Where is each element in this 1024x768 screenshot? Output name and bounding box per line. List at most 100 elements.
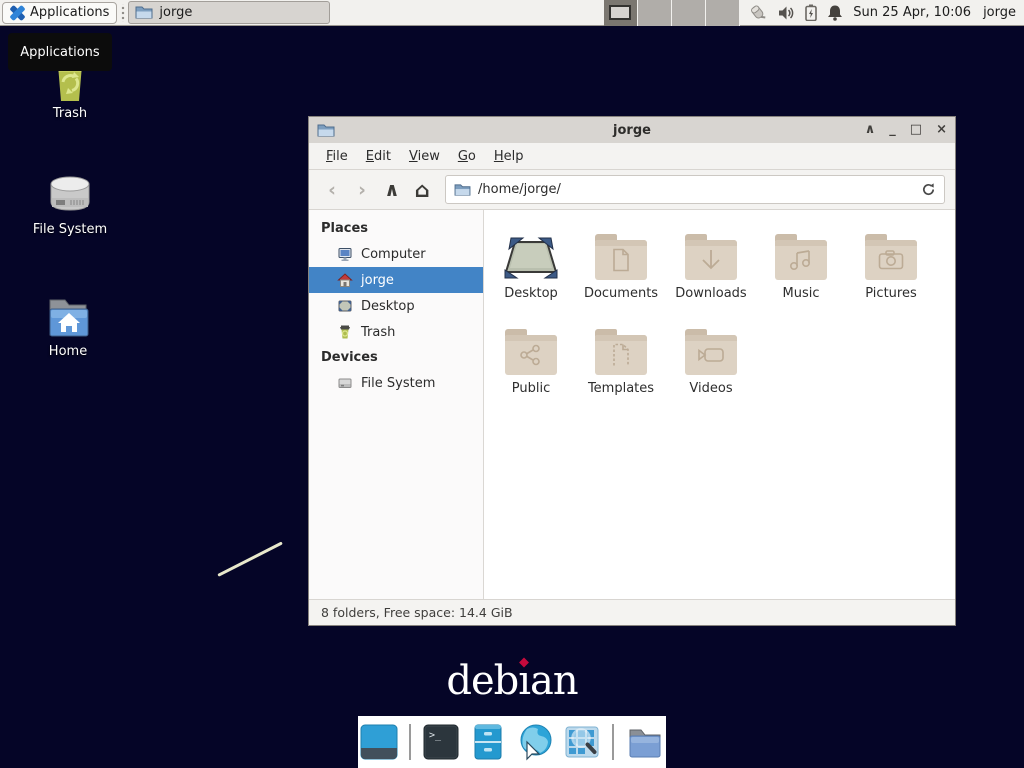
file-item-pictures[interactable]: Pictures [846, 224, 936, 319]
show-desktop-icon[interactable] [359, 722, 399, 762]
sidebar-item-jorge[interactable]: jorge [309, 267, 483, 293]
file-item-label: Videos [689, 381, 732, 396]
file-item-label: Documents [584, 286, 658, 301]
applications-menu-button[interactable]: Applications [2, 2, 117, 24]
app-finder-icon[interactable] [562, 722, 602, 762]
desktop-icon-home[interactable]: Home [8, 294, 128, 359]
sidebar-item-label: jorge [361, 273, 394, 288]
web-browser-icon[interactable] [515, 722, 555, 762]
debian-logo: debıan [0, 658, 1024, 704]
taskbar-window-button[interactable]: jorge [128, 1, 330, 24]
workspace-switcher[interactable] [604, 0, 740, 26]
menubar: File Edit View Go Help [309, 143, 955, 170]
statusbar: 8 folders, Free space: 14.4 GiB [309, 599, 955, 625]
computer-icon [337, 246, 353, 262]
file-item-desktop[interactable]: Desktop [486, 224, 576, 319]
folder-downloads-icon [700, 248, 722, 272]
mouse-icon[interactable] [748, 4, 768, 21]
sidebar-header-devices: Devices [309, 345, 483, 370]
sidebar-item-computer[interactable]: Computer [309, 241, 483, 267]
menu-edit[interactable]: Edit [357, 145, 400, 168]
window-titlebar[interactable]: jorge ∧ _ □ × [309, 117, 955, 143]
menu-file[interactable]: File [317, 145, 357, 168]
dock-separator [612, 724, 614, 760]
user-home-icon [337, 272, 353, 288]
shade-button[interactable]: ∧ [865, 117, 876, 143]
applications-tooltip: Applications [8, 33, 112, 71]
up-button[interactable]: ∧ [379, 177, 405, 203]
file-item-label: Templates [588, 381, 654, 396]
debian-logo-text: deb [446, 658, 518, 704]
folder-documents-icon [611, 248, 631, 272]
workspace-window-preview [609, 5, 631, 20]
home-folder-icon [42, 294, 94, 340]
folder-icon [454, 183, 471, 197]
sidebar-item-desktop[interactable]: Desktop [309, 293, 483, 319]
drive-icon [45, 172, 95, 218]
folder-music-icon [789, 249, 813, 271]
file-item-documents[interactable]: Documents [576, 224, 666, 319]
panel-handle[interactable] [119, 4, 126, 22]
forward-button[interactable]: › [349, 177, 375, 203]
file-item-videos[interactable]: Videos [666, 319, 756, 414]
menu-view[interactable]: View [400, 145, 449, 168]
maximize-button[interactable]: □ [910, 117, 922, 143]
folder-icon[interactable] [624, 722, 666, 762]
xfce-logo-icon [10, 5, 25, 20]
workspace-4[interactable] [706, 0, 740, 26]
back-button[interactable]: ‹ [319, 177, 345, 203]
sidebar-item-trash[interactable]: Trash [309, 319, 483, 345]
file-item-downloads[interactable]: Downloads [666, 224, 756, 319]
desktop-icon [337, 298, 353, 314]
panel-username[interactable]: jorge [983, 5, 1016, 20]
folder-templates-icon [611, 343, 631, 367]
trash-icon [337, 324, 353, 340]
home-button[interactable]: ⌂ [409, 177, 435, 203]
workspace-3[interactable] [672, 0, 706, 26]
folder-videos-icon [697, 346, 725, 364]
menu-go[interactable]: Go [449, 145, 485, 168]
window-title: jorge [309, 123, 955, 138]
workspace-2[interactable] [638, 0, 672, 26]
applications-menu-label: Applications [30, 5, 109, 20]
folder-icon [135, 5, 153, 20]
desktop-icon-label: Trash [53, 106, 87, 121]
sidebar-item-label: Trash [361, 325, 395, 340]
location-bar[interactable]: /home/jorge/ [445, 175, 945, 204]
taskbar-window-label: jorge [159, 5, 192, 20]
file-item-public[interactable]: Public [486, 319, 576, 414]
file-manager-icon[interactable] [468, 722, 508, 762]
file-item-templates[interactable]: Templates [576, 319, 666, 414]
battery-icon[interactable] [805, 4, 817, 21]
system-tray [748, 4, 843, 21]
file-item-label: Desktop [504, 286, 558, 301]
minimize-button[interactable]: _ [889, 117, 896, 143]
file-item-music[interactable]: Music [756, 224, 846, 319]
reload-icon[interactable] [921, 182, 936, 197]
sidebar-item-file-system[interactable]: File System [309, 370, 483, 396]
sidebar-item-label: Computer [361, 247, 426, 262]
file-item-label: Public [512, 381, 550, 396]
drive-icon [337, 375, 353, 391]
sidebar-header-places: Places [309, 216, 483, 241]
close-button[interactable]: × [936, 117, 947, 143]
workspace-1[interactable] [604, 0, 638, 26]
sidebar-item-label: Desktop [361, 299, 415, 314]
folder-public-icon [519, 344, 543, 366]
file-view[interactable]: Desktop Documents [484, 210, 955, 599]
folder-pictures-icon [878, 250, 904, 270]
sidebar-item-label: File System [361, 376, 435, 391]
terminal-icon[interactable]: >_ [421, 722, 461, 762]
toolbar: ‹ › ∧ ⌂ /home/jorge/ [309, 170, 955, 210]
file-item-label: Downloads [675, 286, 746, 301]
sidebar: Places Computer [309, 210, 484, 599]
top-panel: Applications jorge [0, 0, 1024, 26]
dock-separator [409, 724, 411, 760]
svg-text:>_: >_ [429, 730, 442, 741]
location-path[interactable]: /home/jorge/ [478, 182, 914, 197]
panel-clock[interactable]: Sun 25 Apr, 10:06 [853, 5, 971, 20]
notifications-bell-icon[interactable] [827, 4, 843, 21]
menu-help[interactable]: Help [485, 145, 533, 168]
volume-icon[interactable] [778, 5, 795, 21]
desktop-icon-file-system[interactable]: File System [10, 172, 130, 237]
